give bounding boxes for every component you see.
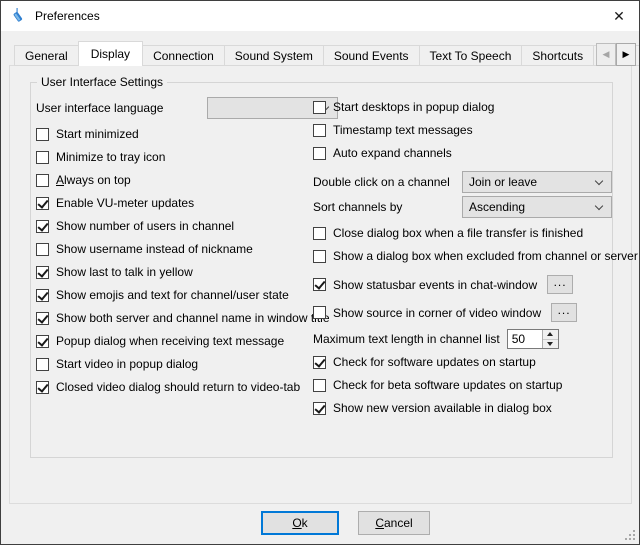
checkbox-vu-meter[interactable]: Enable VU-meter updates [36,196,310,210]
double-click-row: Double click on a channel Join or leave [313,171,612,193]
right-column: Start desktops in popup dialog Timestamp… [313,100,612,424]
app-icon [10,8,26,24]
checkbox-box [313,379,326,392]
window-title: Preferences [35,9,100,23]
checkbox-server-channel-title[interactable]: Show both server and channel name in win… [36,311,310,325]
checkbox-new-version-dialog[interactable]: Show new version available in dialog box [313,401,612,415]
max-text-length-row: Maximum text length in channel list 50 [313,329,612,349]
group-title: User Interface Settings [37,75,167,89]
checkbox-box [36,335,49,348]
tab-text-to-speech[interactable]: Text To Speech [419,45,523,66]
sort-channels-value: Ascending [469,200,525,214]
checkbox-box [313,227,326,240]
checkbox-box [36,243,49,256]
video-source-more-button[interactable]: ... [551,303,577,322]
spinner-up-icon[interactable] [543,330,558,340]
tab-shortcuts[interactable]: Shortcuts [521,45,594,66]
checkbox-show-user-count[interactable]: Show number of users in channel [36,219,310,233]
checkbox-auto-expand[interactable]: Auto expand channels [313,146,612,160]
spinner-down-icon[interactable] [543,340,558,349]
double-click-value: Join or leave [469,175,537,189]
chevron-down-icon [595,177,603,185]
checkbox-excluded-dialog[interactable]: Show a dialog box when excluded from cha… [313,249,612,263]
checkbox-emojis[interactable]: Show emojis and text for channel/user st… [36,288,310,302]
checkbox-box [36,312,49,325]
double-click-combobox[interactable]: Join or leave [462,171,612,193]
checkbox-box [36,289,49,302]
resize-grip-icon[interactable] [625,530,635,540]
checkbox-box[interactable] [313,278,326,291]
max-text-length-label: Maximum text length in channel list [313,332,500,346]
checkbox-close-file-transfer[interactable]: Close dialog box when a file transfer is… [313,226,612,240]
left-column: User interface language Start minimized … [36,97,310,403]
checkbox-box [36,128,49,141]
video-source-row: Show source in corner of video window ..… [313,303,612,322]
statusbar-events-more-button[interactable]: ... [547,275,573,294]
checkbox-minimize-to-tray[interactable]: Minimize to tray icon [36,150,310,164]
cancel-button[interactable]: Cancel [358,511,430,535]
checkbox-box [36,266,49,279]
checkbox-start-minimized[interactable]: Start minimized [36,127,310,141]
tab-bar: General Display Connection Sound System … [9,41,637,66]
tab-general[interactable]: General [14,45,79,66]
tab-scroll-left-icon[interactable]: ◀ [596,43,616,66]
language-row: User interface language [36,97,310,119]
checkbox-last-to-talk[interactable]: Show last to talk in yellow [36,265,310,279]
checkbox-closed-video-return[interactable]: Closed video dialog should return to vid… [36,380,310,394]
double-click-label: Double click on a channel [313,175,450,189]
checkbox-box [313,402,326,415]
statusbar-events-row: Show statusbar events in chat-window ... [313,275,612,294]
tab-display[interactable]: Display [78,41,143,66]
spinner-arrows [542,330,558,348]
checkbox-box [36,358,49,371]
checkbox-box [36,174,49,187]
checkbox-box [36,220,49,233]
sort-channels-row: Sort channels by Ascending [313,196,612,218]
title-bar: Preferences ✕ [1,1,639,31]
display-tab-page: User Interface Settings User interface l… [9,65,632,504]
chevron-down-icon [595,202,603,210]
close-icon[interactable]: ✕ [607,5,631,27]
preferences-dialog: Preferences ✕ General Display Connection… [0,0,640,545]
checkbox-box [313,124,326,137]
checkbox-box [313,147,326,160]
checkbox-box [36,151,49,164]
checkbox-box [313,356,326,369]
checkbox-timestamp[interactable]: Timestamp text messages [313,123,612,137]
user-interface-settings-group: User Interface Settings User interface l… [30,82,613,458]
tab-sound-system[interactable]: Sound System [224,45,324,66]
tab-scroll-buttons: ◀ ▶ [596,43,636,66]
checkbox-desktops-popup[interactable]: Start desktops in popup dialog [313,100,612,114]
checkbox-box[interactable] [313,306,326,319]
max-text-length-value: 50 [508,330,542,348]
ok-button[interactable]: Ok [261,511,339,535]
checkbox-beta-updates[interactable]: Check for beta software updates on start… [313,378,612,392]
checkbox-popup-text-message[interactable]: Popup dialog when receiving text message [36,334,310,348]
checkbox-show-username[interactable]: Show username instead of nickname [36,242,310,256]
sort-channels-combobox[interactable]: Ascending [462,196,612,218]
max-text-length-spinner[interactable]: 50 [507,329,559,349]
tab-scroll-right-icon[interactable]: ▶ [616,43,636,66]
language-label: User interface language [36,101,163,115]
tab-sound-events[interactable]: Sound Events [323,45,420,66]
checkbox-always-on-top[interactable]: Always on top [36,173,310,187]
checkbox-video-popup[interactable]: Start video in popup dialog [36,357,310,371]
tab-connection[interactable]: Connection [142,45,225,66]
checkbox-box [313,250,326,263]
checkbox-box [313,101,326,114]
sort-channels-label: Sort channels by [313,200,402,214]
checkbox-box [36,381,49,394]
checkbox-software-updates[interactable]: Check for software updates on startup [313,355,612,369]
checkbox-box [36,197,49,210]
